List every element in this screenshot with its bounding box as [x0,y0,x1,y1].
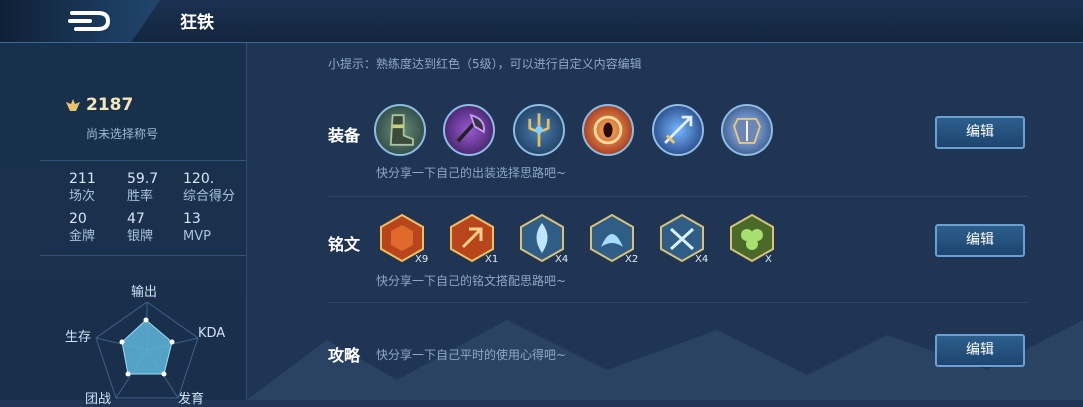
edit-equipment-button[interactable]: 编辑 [935,116,1025,149]
rune-count: X4 [555,254,569,265]
top-bar: 狂铁 [0,0,1083,43]
edit-strategy-button[interactable]: 编辑 [935,334,1025,367]
rune-count: X [765,254,772,265]
boots-icon[interactable] [374,104,426,156]
row-divider [328,302,1028,303]
runes-label: 铭文 [328,235,361,254]
radar-label-survival: 生存 [65,330,92,345]
stat-overall: 120. 综合得分 [183,171,236,204]
back-icon [68,11,111,31]
equipment-share-text: 快分享一下自己的出装选择思路吧~ [376,166,567,180]
divider [40,160,246,161]
spear-icon[interactable] [652,104,704,156]
eye-orb-icon[interactable] [582,104,634,156]
radar-label-output: 输出 [131,285,158,300]
axe-icon[interactable] [443,104,495,156]
radar-chart [95,301,199,399]
divider [40,255,246,256]
stat-gold: 20 金牌 [69,211,96,244]
stat-winrate: 59.7 胜率 [127,171,159,204]
equipment-label: 装备 [328,126,361,145]
radar-label-kda: KDA [198,326,226,341]
hero-profile-panel: 2187 尚未选择称号 211 场次 59.7 胜率 120. 综合得分 20 金牌 4… [0,43,247,407]
strategy-share-text: 快分享一下自己平时的使用心得吧~ [376,348,567,362]
score-value: 2187 [86,95,134,115]
runes-share-text: 快分享一下自己的铭文搭配思路吧~ [376,274,567,288]
rune-count: X2 [625,254,639,265]
proficiency-score: 2187 [66,95,133,115]
rune-count: X9 [415,254,429,265]
trident-icon[interactable] [513,104,565,156]
rune-count: X1 [485,254,499,265]
page-title: 狂铁 [180,13,214,33]
back-button[interactable] [0,0,160,42]
proficiency-icon [66,99,80,111]
rune-count: X4 [695,254,709,265]
armor-icon[interactable] [721,104,773,156]
stat-mvp: 13 MVP [183,211,211,244]
hint-text: 小提示：熟练度达到红色（5级），可以进行自定义内容编辑 [328,57,642,71]
title-status: 尚未选择称号 [86,127,159,141]
strategy-label: 攻略 [328,346,361,365]
edit-runes-button[interactable]: 编辑 [935,224,1025,257]
row-divider [328,196,1028,197]
stat-silver: 47 银牌 [127,211,154,244]
stat-matches: 211 场次 [69,171,96,204]
